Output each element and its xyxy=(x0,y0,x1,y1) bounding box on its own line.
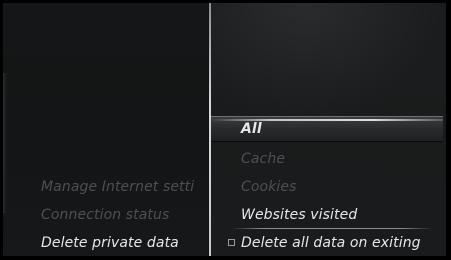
menu-item-websites-visited[interactable]: Websites visited xyxy=(241,207,357,223)
menu-item-all[interactable]: All xyxy=(241,121,262,137)
menu-item-underline xyxy=(232,228,432,229)
checkbox-unchecked-icon[interactable] xyxy=(228,239,235,246)
right-panel-glow xyxy=(211,3,446,118)
left-panel-edge xyxy=(3,73,7,213)
menu-item-delete-all-data-on-exiting[interactable]: Delete all data on exiting xyxy=(241,235,421,251)
menu-item-delete-private-data[interactable]: Delete private data xyxy=(41,235,204,251)
menu-item-cookies[interactable]: Cookies xyxy=(241,179,297,195)
menu-item-manage-internet-settings[interactable]: Manage Internet setti xyxy=(41,179,204,195)
display-screen: Manage Internet setti Connection status … xyxy=(0,0,451,260)
menu-item-connection-status[interactable]: Connection status xyxy=(41,207,204,223)
menu-item-cache[interactable]: Cache xyxy=(241,151,285,167)
